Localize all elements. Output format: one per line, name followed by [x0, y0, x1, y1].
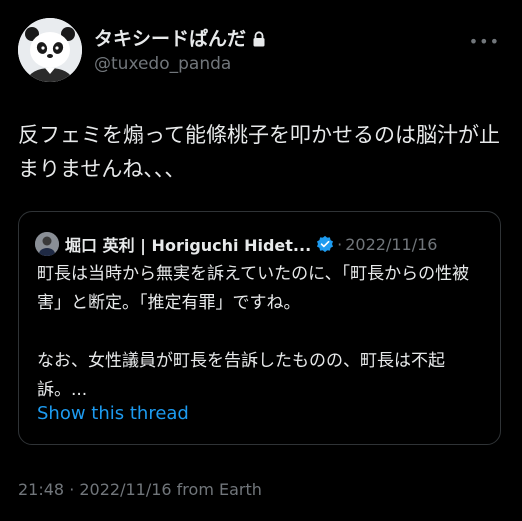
quoted-tweet-header: 堀口 英利 | Horiguchi Hidet... · 2022/11/16 [35, 232, 488, 256]
quoted-date[interactable]: 2022/11/16 [345, 235, 437, 254]
panda-avatar-icon [18, 18, 82, 82]
quoted-author-avatar[interactable] [35, 232, 59, 256]
verified-badge-icon [316, 235, 334, 253]
quoted-paragraph-1: 町長は当時から無実を訴えていたのに、「町長からの性被害」と断定。「推定有罪」です… [37, 264, 470, 313]
author-name-text: タキシードぱんだ [94, 28, 247, 50]
person-avatar-icon [35, 232, 59, 256]
show-thread-link[interactable]: Show this thread [37, 403, 189, 424]
more-horizontal-icon[interactable]: ••• [469, 34, 500, 50]
quoted-tweet-text: 町長は当時から無実を訴えていたのに、「町長からの性被害」と断定。「推定有罪」です… [37, 260, 487, 405]
quoted-paragraph-2: なお、女性議員が町長を告訴したものの、町長は不起訴。... [37, 351, 445, 400]
lock-icon [252, 30, 266, 46]
author-display-name[interactable]: タキシードぱんだ [94, 24, 266, 51]
author-avatar[interactable] [18, 18, 82, 82]
tweet-timestamp[interactable]: 21:48 · 2022/11/16 from Earth [18, 480, 262, 499]
tweet-text: 反フェミを煽って能條桃子を叩かせるのは脳汁が止まりませんね、、、 [18, 123, 500, 181]
author-handle[interactable]: @tuxedo_panda [94, 54, 231, 74]
quoted-author-name[interactable]: 堀口 英利 | Horiguchi Hidet... [65, 232, 311, 256]
quoted-separator: · [337, 234, 343, 254]
quoted-tweet-card[interactable]: 堀口 英利 | Horiguchi Hidet... · 2022/11/16 … [18, 211, 501, 445]
